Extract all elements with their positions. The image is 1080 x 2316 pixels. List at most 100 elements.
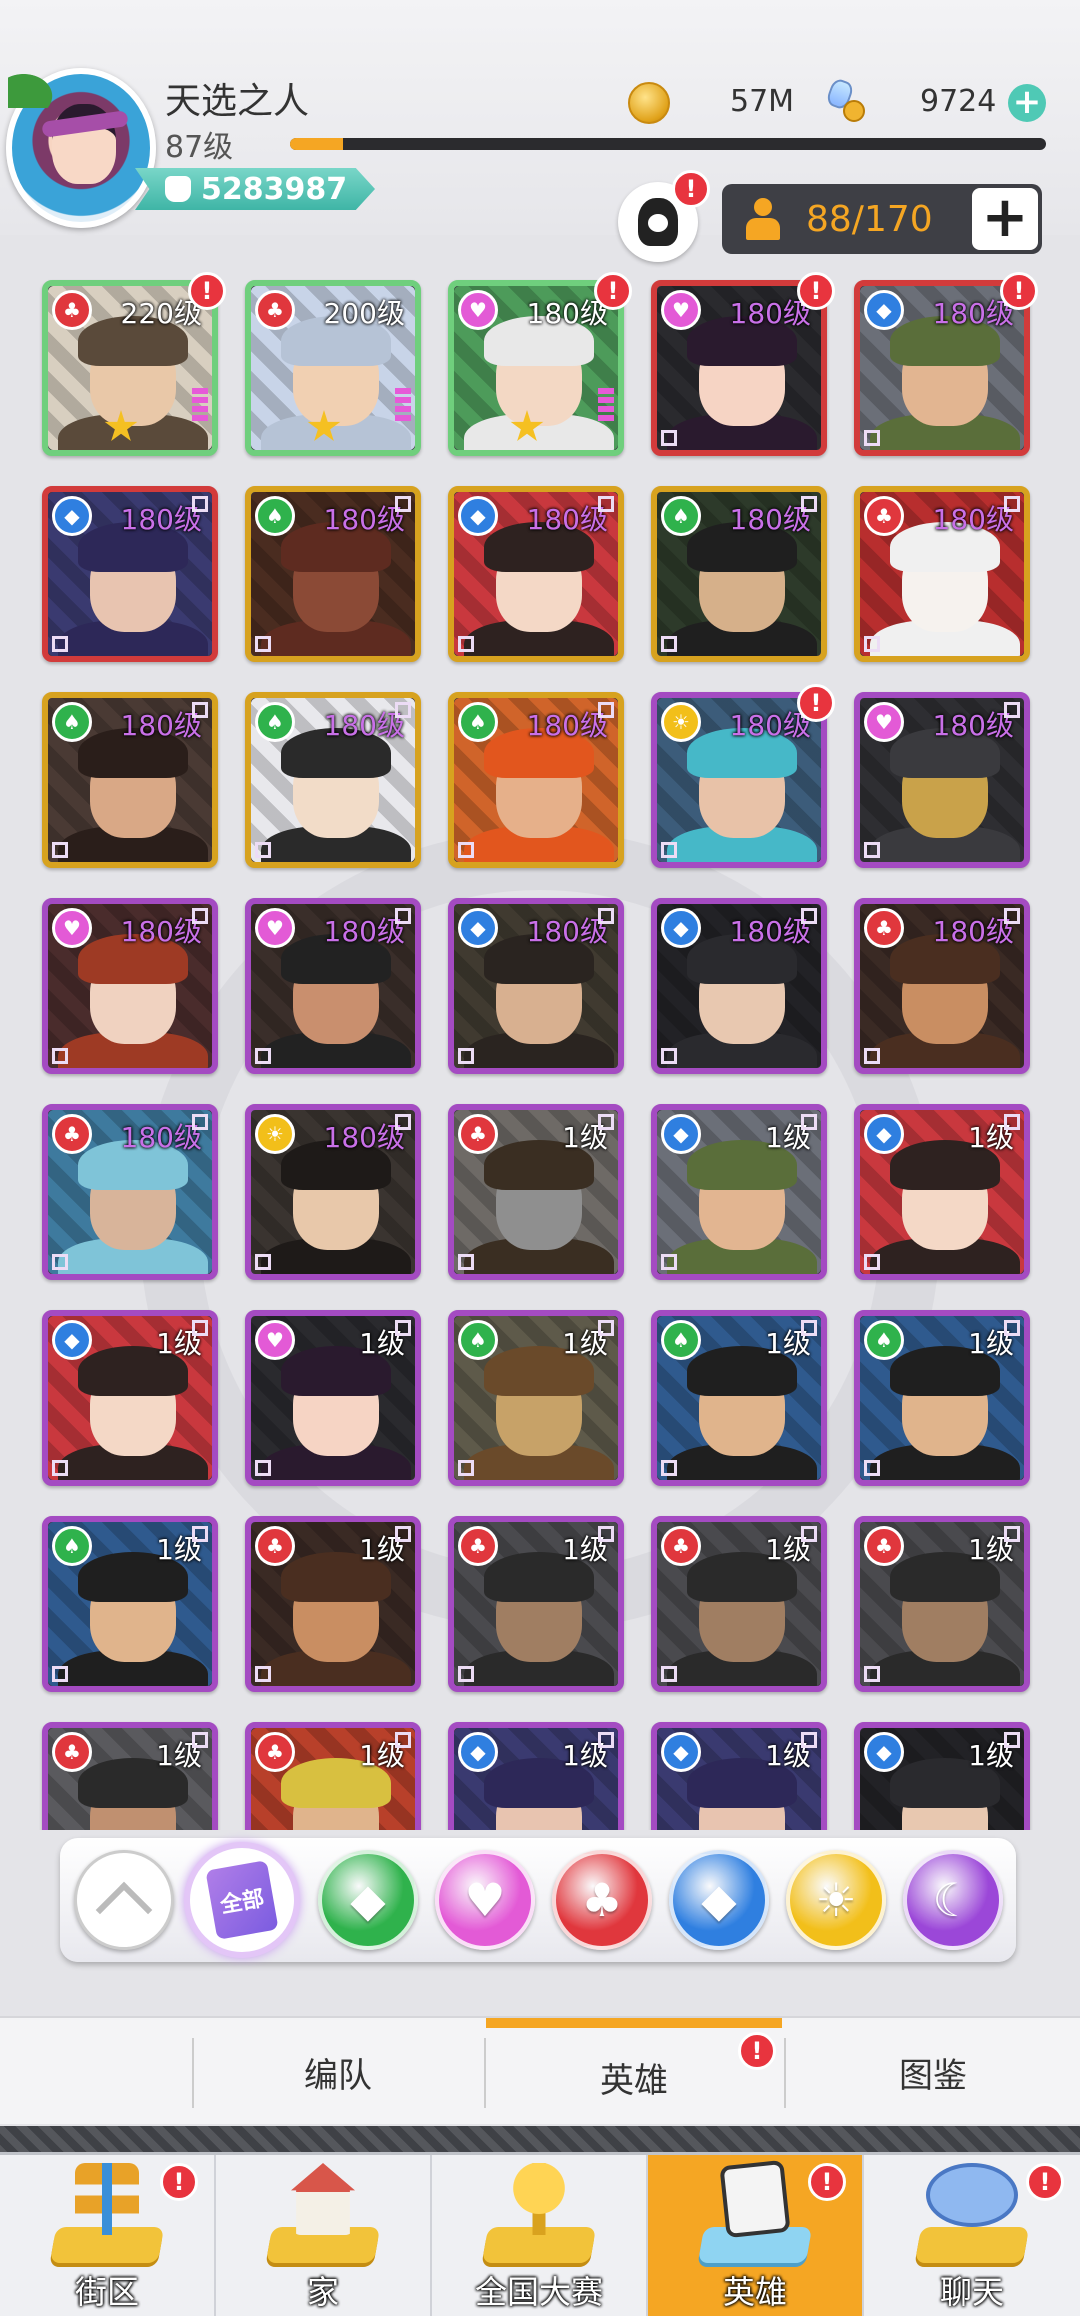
corner-frame-icon	[598, 1114, 614, 1130]
hero-card[interactable]: ♠ 1级	[42, 1516, 218, 1692]
hero-card[interactable]: ◆ 180级	[42, 486, 218, 662]
faction-pink-icon: ♥	[52, 908, 92, 948]
hero-level: 180级	[323, 915, 405, 948]
nav-street[interactable]: 街区 !	[0, 2155, 216, 2316]
faction-blue-button[interactable]: ◆	[669, 1850, 769, 1950]
hero-level: 180级	[120, 915, 202, 948]
faction-purple-button[interactable]: ☾	[903, 1850, 1003, 1950]
tab-formation-label: 编队	[304, 2055, 372, 2096]
hero-card[interactable]: ♠ 1级	[448, 1310, 624, 1486]
faction-all-button[interactable]: 全部	[184, 1842, 300, 1958]
hero-card[interactable]: ♥ 180级	[42, 898, 218, 1074]
nav-home[interactable]: 家	[216, 2155, 432, 2316]
hero-card[interactable]: ◆ 180级!	[854, 272, 1038, 456]
hero-card[interactable]: ♣ 180级	[42, 1104, 218, 1280]
hero-card[interactable]: ♣ 180级	[854, 486, 1030, 662]
alert-icon: !	[797, 272, 835, 310]
hero-card[interactable]: ♣ 1级	[854, 1516, 1030, 1692]
corner-frame-icon	[661, 1666, 677, 1682]
faction-pink-icon: ♥	[661, 290, 701, 330]
corner-frame-icon	[598, 1320, 614, 1336]
roster-capacity-value: 88/170	[806, 198, 933, 240]
corner-frame-icon	[458, 1460, 474, 1476]
hero-card[interactable]: ♥ 180级	[854, 692, 1030, 868]
faction-pink-button[interactable]: ♥	[435, 1850, 535, 1950]
faction-red-button[interactable]: ♣	[552, 1850, 652, 1950]
corner-frame-icon	[395, 702, 411, 718]
hero-card[interactable]: ♣ 1级	[245, 1516, 421, 1692]
hero-card[interactable]: ♣ 1级	[245, 1722, 421, 1830]
corner-frame-icon	[598, 702, 614, 718]
faction-gold-button[interactable]: ☀	[786, 1850, 886, 1950]
hero-card[interactable]: ◆ 1级	[854, 1104, 1030, 1280]
faction-green-button[interactable]: ◆	[318, 1850, 418, 1950]
hero-card[interactable]: ♠ 180级	[448, 692, 624, 868]
nav-heroes[interactable]: 英雄 !	[648, 2155, 864, 2316]
corner-frame-icon	[52, 1048, 68, 1064]
hero-card[interactable]: ◆ 1级	[854, 1722, 1030, 1830]
faction-blue-icon: ◆	[458, 1732, 498, 1772]
hero-card[interactable]: ♣ 200级	[245, 280, 421, 456]
hero-card[interactable]: ♠ 180级	[245, 486, 421, 662]
hero-card[interactable]: ♣ 220级!	[42, 272, 226, 456]
hero-card[interactable]: ◆ 180级	[651, 898, 827, 1074]
alert-icon: !	[594, 272, 632, 310]
tab-heroes[interactable]: 英雄 !	[486, 2018, 782, 2126]
alert-icon: !	[1000, 272, 1038, 310]
hero-card[interactable]: ♠ 180级	[42, 692, 218, 868]
hero-card[interactable]: ♠ 180级	[245, 692, 421, 868]
nav-chat[interactable]: 聊天 !	[864, 2155, 1080, 2316]
hero-card[interactable]: ♠ 180级	[651, 486, 827, 662]
hero-filter-button[interactable]: !	[618, 170, 710, 262]
palm-tree-icon	[8, 68, 60, 108]
hero-card[interactable]: ◆ 1级	[651, 1722, 827, 1830]
corner-frame-icon	[52, 1254, 68, 1270]
faction-blue-icon: ◆	[701, 1873, 737, 1927]
corner-frame-icon	[598, 1526, 614, 1542]
hero-card[interactable]: ◆ 1级	[448, 1722, 624, 1830]
power-value: 5283987	[201, 171, 348, 207]
collapse-button[interactable]	[74, 1850, 174, 1950]
nav-tournament[interactable]: 全国大赛	[432, 2155, 648, 2316]
faction-green-icon: ♠	[458, 1320, 498, 1360]
hero-card[interactable]: ◆ 1级	[42, 1310, 218, 1486]
hero-card[interactable]: ◆ 180级	[448, 486, 624, 662]
hero-card[interactable]: ♥ 1级	[245, 1310, 421, 1486]
hero-card[interactable]: ♣ 1级	[42, 1722, 218, 1830]
hero-card[interactable]: ♥ 180级!	[651, 272, 835, 456]
signpost-icon	[47, 2163, 167, 2263]
hero-card[interactable]: ♥ 180级!	[448, 272, 632, 456]
corner-frame-icon	[598, 908, 614, 924]
hero-level: 180级	[932, 709, 1014, 742]
add-gem-button[interactable]: +	[1008, 84, 1046, 122]
hero-list[interactable]: ♣ 220级! ♣ 200级 ♥ 180级! ♥ 180级! ◆ 180级! ◆ 180级 ♠ 180级 ◆…	[0, 270, 1080, 1830]
alert-icon: !	[188, 272, 226, 310]
hero-card[interactable]: ◆ 1级	[651, 1104, 827, 1280]
faction-gold-icon: ☀	[661, 702, 701, 742]
hero-card[interactable]: ♣ 1级	[448, 1104, 624, 1280]
hero-card[interactable]: ♥ 180级	[245, 898, 421, 1074]
hero-card[interactable]: ◆ 180级	[448, 898, 624, 1074]
faction-red-icon: ♣	[458, 1526, 498, 1566]
faction-blue-icon: ◆	[458, 908, 498, 948]
hero-card[interactable]: ☀ 180级	[245, 1104, 421, 1280]
hero-card[interactable]: ♣ 180级	[854, 898, 1030, 1074]
player-avatar[interactable]	[6, 68, 156, 228]
nav-chat-label: 聊天	[939, 2273, 1004, 2311]
corner-frame-icon	[864, 636, 880, 652]
corner-frame-icon	[458, 842, 474, 858]
tab-formation[interactable]: 编队	[192, 2018, 484, 2126]
tab-heroes-label: 英雄	[600, 2060, 668, 2101]
corner-frame-icon	[801, 1732, 817, 1748]
hero-card[interactable]: ♣ 1级	[651, 1516, 827, 1692]
hero-card[interactable]: ♠ 1级	[651, 1310, 827, 1486]
corner-frame-icon	[192, 1732, 208, 1748]
hero-card[interactable]: ☀ 180级!	[651, 684, 835, 868]
expand-roster-button[interactable]: +	[972, 188, 1038, 250]
hero-card[interactable]: ♠ 1级	[854, 1310, 1030, 1486]
hero-card[interactable]: ♣ 1级	[448, 1516, 624, 1692]
tab-codex[interactable]: 图鉴	[786, 2018, 1080, 2126]
nav-home-label: 家	[306, 2273, 339, 2311]
corner-frame-icon	[864, 1666, 880, 1682]
faction-blue-icon: ◆	[661, 908, 701, 948]
